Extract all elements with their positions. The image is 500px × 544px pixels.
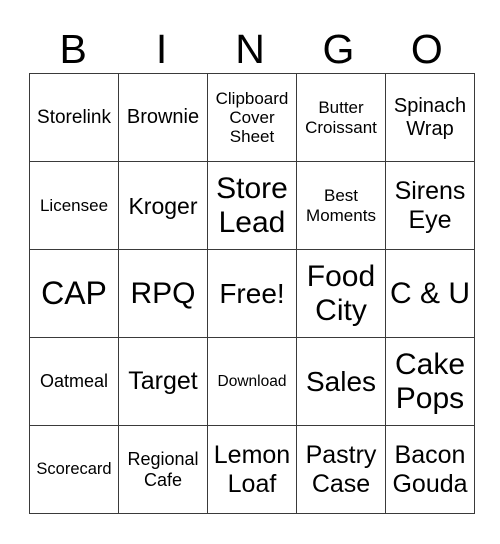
grid-row: Oatmeal Target Download Sales Cake Pops [29,337,475,426]
free-space-cell[interactable]: Free! [207,249,297,338]
bingo-header: B I N G O [29,26,471,72]
header-letter-b: B [59,26,87,72]
header-letter-i: I [155,26,168,72]
bingo-cell[interactable]: Butter Croissant [296,73,386,162]
bingo-cell[interactable]: CAP [29,249,119,338]
header-letter-g: G [322,26,355,72]
bingo-cell[interactable]: Download [207,337,297,426]
header-letter-o: O [410,26,443,72]
bingo-cell[interactable]: Kroger [118,161,208,250]
bingo-cell[interactable]: Spinach Wrap [385,73,475,162]
bingo-cell[interactable]: Sales [296,337,386,426]
bingo-cell[interactable]: Target [118,337,208,426]
bingo-cell[interactable]: C & U [385,249,475,338]
bingo-cell[interactable]: Storelink [29,73,119,162]
bingo-cell[interactable]: Licensee [29,161,119,250]
grid-row: CAP RPQ Free! Food City C & U [29,249,475,338]
grid-row: Licensee Kroger Store Lead Best Moments … [29,161,475,250]
bingo-cell[interactable]: Food City [296,249,386,338]
bingo-grid: Storelink Brownie Clipboard Cover Sheet … [29,73,475,514]
bingo-cell[interactable]: Pastry Case [296,425,386,514]
grid-row: Scorecard Regional Cafe Lemon Loaf Pastr… [29,425,475,514]
bingo-cell[interactable]: Regional Cafe [118,425,208,514]
bingo-cell[interactable]: Oatmeal [29,337,119,426]
bingo-cell[interactable]: Sirens Eye [385,161,475,250]
header-letter-n: N [235,26,265,72]
bingo-cell[interactable]: Scorecard [29,425,119,514]
bingo-cell[interactable]: RPQ [118,249,208,338]
bingo-cell[interactable]: Bacon Gouda [385,425,475,514]
bingo-cell[interactable]: Best Moments [296,161,386,250]
grid-row: Storelink Brownie Clipboard Cover Sheet … [29,73,475,162]
bingo-cell[interactable]: Brownie [118,73,208,162]
bingo-cell[interactable]: Clipboard Cover Sheet [207,73,297,162]
bingo-cell[interactable]: Lemon Loaf [207,425,297,514]
bingo-cell[interactable]: Cake Pops [385,337,475,426]
bingo-cell[interactable]: Store Lead [207,161,297,250]
